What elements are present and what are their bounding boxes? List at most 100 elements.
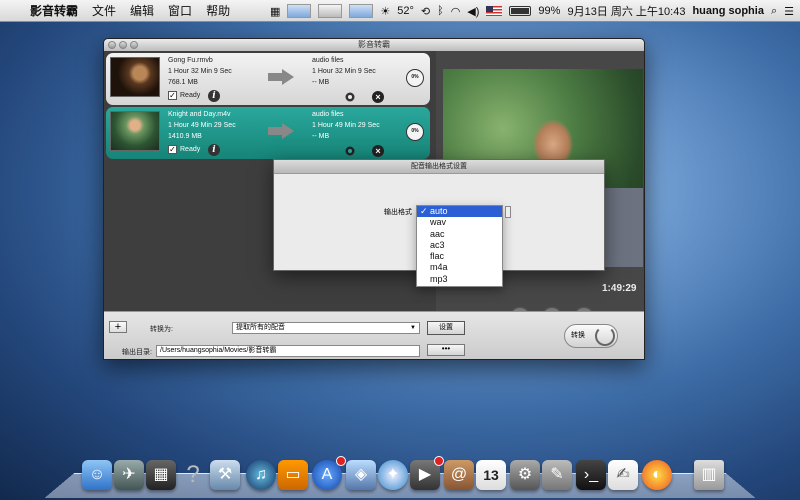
file-size: 768.1 MB: [168, 79, 198, 86]
output-name: audio files: [312, 111, 344, 118]
timecode: 1:49:29: [602, 283, 637, 294]
progress-indicator: 0%: [406, 69, 424, 87]
help-icon[interactable]: ?: [178, 460, 208, 490]
settings-button[interactable]: 设置: [427, 321, 465, 335]
battery-icon[interactable]: [509, 6, 532, 16]
mission-control-icon[interactable]: ▦: [146, 460, 176, 490]
arrow-right-icon: [268, 69, 294, 85]
textedit-icon[interactable]: ✍: [608, 460, 638, 490]
format-option-mp3[interactable]: mp3: [417, 274, 502, 285]
remove-icon[interactable]: ×: [372, 91, 384, 103]
format-option-wav[interactable]: wav: [417, 217, 502, 228]
arrow-right-icon: [268, 123, 294, 139]
spotlight-icon[interactable]: ⌕: [771, 5, 777, 18]
input-source-flag-icon[interactable]: [486, 6, 503, 16]
window-titlebar[interactable]: 影音转霸: [104, 39, 644, 51]
network-graph-icon[interactable]: [349, 4, 374, 18]
convert-label: 转换: [571, 332, 585, 339]
browse-button[interactable]: •••: [427, 344, 465, 356]
app-store-icon[interactable]: A: [312, 456, 346, 490]
format-option-flac[interactable]: flac: [417, 251, 502, 262]
volume-icon[interactable]: ◀): [467, 5, 479, 18]
gear-icon[interactable]: [344, 91, 356, 103]
gear-icon[interactable]: [344, 145, 356, 157]
remove-icon[interactable]: ×: [372, 145, 384, 157]
file-item-selected[interactable]: Knight and Day.m4v 1 Hour 49 Min 29 Sec …: [106, 107, 430, 159]
facetime-icon[interactable]: ▶: [410, 456, 444, 490]
trash-icon[interactable]: ▥: [694, 460, 724, 490]
checkmark-icon: ✓: [168, 91, 177, 100]
wifi-icon[interactable]: ◠: [451, 5, 461, 18]
close-window-button[interactable]: [108, 41, 116, 49]
file-item[interactable]: Gong Fu.rmvb 1 Hour 32 Min 9 Sec 768.1 M…: [106, 53, 430, 105]
app-icon[interactable]: ◐: [642, 460, 672, 490]
finder-icon[interactable]: ☺: [82, 460, 112, 490]
contacts-icon[interactable]: @: [444, 460, 474, 490]
output-dir-label: 输出目录:: [122, 349, 152, 356]
ready-label: Ready: [180, 92, 201, 99]
file-size: 1410.9 MB: [168, 133, 202, 140]
notification-badge: [434, 456, 444, 466]
temperature-label[interactable]: 52°: [397, 5, 414, 17]
menu-help[interactable]: 帮助: [206, 2, 230, 19]
calendar-day: 13: [483, 467, 499, 483]
window-title: 影音转霸: [358, 40, 390, 49]
convert-button[interactable]: 转换: [564, 324, 618, 348]
output-info: audio files 1 Hour 49 Min 29 Sec -- MB: [312, 109, 380, 142]
menu-app-name[interactable]: 影音转霸: [30, 2, 78, 19]
checkmark-icon: ✓: [168, 145, 177, 154]
info-icon[interactable]: i: [208, 90, 220, 102]
safari-icon[interactable]: ✦: [378, 460, 408, 490]
format-option-m4a[interactable]: m4a: [417, 262, 502, 273]
weather-icon[interactable]: ☀: [380, 5, 390, 18]
system-preferences-icon[interactable]: ⚙: [510, 460, 540, 490]
terminal-icon[interactable]: ›_: [576, 460, 606, 490]
dialog-title: 配音输出格式设置: [274, 160, 604, 174]
calendar-icon[interactable]: 13: [476, 460, 506, 490]
convert-to-label: 转换为:: [150, 326, 173, 333]
notification-badge: [336, 456, 346, 466]
menu-extras: ▦ ☀ 52° ⟲ ᛒ ◠ ◀) 99% 9月13日 周六 上午10:43 hu…: [270, 0, 794, 22]
menu-edit[interactable]: 编辑: [130, 2, 154, 19]
format-dropdown[interactable]: auto wav aac ac3 flac m4a mp3: [416, 205, 511, 287]
ibooks-icon[interactable]: ▭: [278, 460, 308, 490]
ready-label: Ready: [180, 146, 201, 153]
file-duration: 1 Hour 32 Min 9 Sec: [168, 68, 232, 75]
info-icon[interactable]: i: [208, 144, 220, 156]
zoom-window-button[interactable]: [130, 41, 138, 49]
itunes-icon[interactable]: ♫: [246, 460, 276, 490]
file-name: Knight and Day.m4v: [168, 111, 231, 118]
preview-icon[interactable]: ◈: [346, 460, 376, 490]
extras-icon[interactable]: ▦: [270, 5, 280, 18]
output-size: -- MB: [312, 133, 330, 140]
launchpad-icon[interactable]: ✈: [114, 460, 144, 490]
notification-center-icon[interactable]: ☰: [784, 5, 794, 18]
add-file-button[interactable]: +: [109, 321, 127, 333]
video-thumbnail: [110, 57, 160, 97]
format-option-ac3[interactable]: ac3: [417, 240, 502, 251]
output-duration: 1 Hour 32 Min 9 Sec: [312, 68, 376, 75]
ready-checkbox[interactable]: ✓ Ready: [168, 145, 200, 154]
bluetooth-icon[interactable]: ᛒ: [437, 5, 444, 17]
file-duration: 1 Hour 49 Min 29 Sec: [168, 122, 236, 129]
clock[interactable]: 9月13日 周六 上午10:43: [567, 3, 685, 19]
ready-checkbox[interactable]: ✓ Ready: [168, 91, 200, 100]
format-option-auto[interactable]: auto: [417, 206, 502, 218]
progress-indicator: 0%: [406, 123, 424, 141]
output-dir-field[interactable]: /Users/huangsophia/Movies/影音转霸: [156, 345, 420, 357]
menu-window[interactable]: 窗口: [168, 2, 192, 19]
bottom-toolbar: + 转换为: 提取所有的配音 ▼ 设置 输出目录: /Users/huangso…: [104, 311, 644, 359]
time-machine-icon[interactable]: ⟲: [421, 5, 430, 18]
memory-graph-icon[interactable]: [318, 4, 343, 18]
utilities-icon[interactable]: ✎: [542, 460, 572, 490]
cpu-graph-icon[interactable]: [287, 4, 312, 18]
battery-percent[interactable]: 99%: [538, 5, 560, 17]
convert-to-select[interactable]: 提取所有的配音 ▼: [232, 322, 420, 334]
dropdown-stepper[interactable]: [505, 206, 511, 218]
menu-file[interactable]: 文件: [92, 2, 116, 19]
user-name[interactable]: huang sophia: [692, 5, 764, 17]
minimize-window-button[interactable]: [119, 41, 127, 49]
format-option-aac[interactable]: aac: [417, 229, 502, 240]
xcode-icon[interactable]: ⚒: [210, 460, 240, 490]
video-thumbnail: [110, 111, 160, 151]
